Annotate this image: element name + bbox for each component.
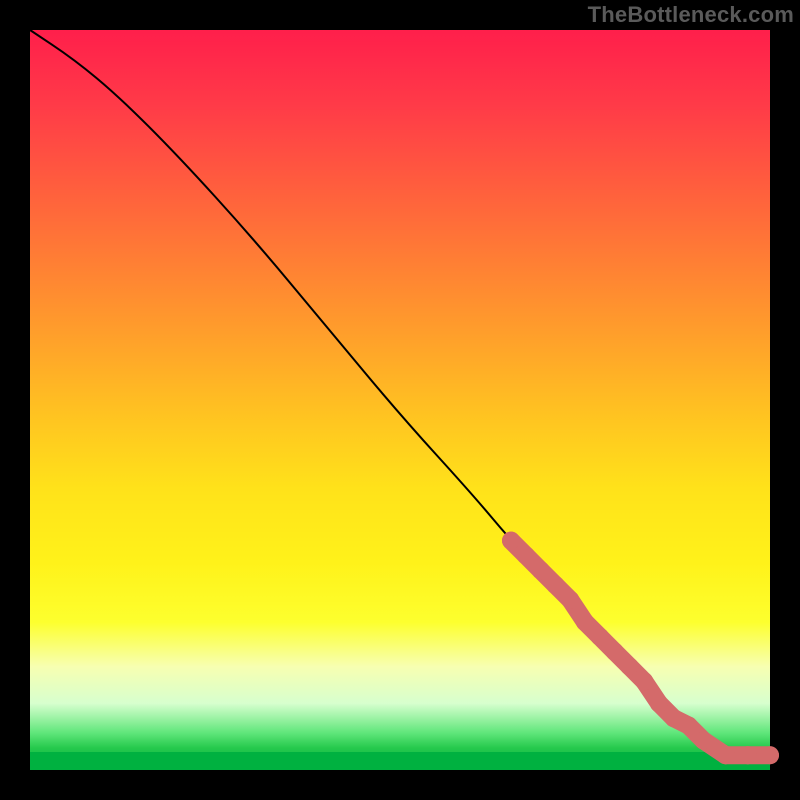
marker-dot xyxy=(620,657,638,675)
marker-group xyxy=(502,532,779,765)
marker-dot xyxy=(561,591,579,609)
curve-line xyxy=(30,30,770,755)
chart-container: TheBottleneck.com xyxy=(0,0,800,800)
chart-svg xyxy=(30,30,770,770)
marker-dot xyxy=(650,694,668,712)
marker-dot xyxy=(576,613,594,631)
marker-dot xyxy=(532,561,550,579)
plot-area xyxy=(30,30,770,770)
marker-dot xyxy=(517,546,535,564)
marker-dot xyxy=(591,628,609,646)
watermark-text: TheBottleneck.com xyxy=(588,2,794,28)
marker-dot xyxy=(546,576,564,594)
marker-dot xyxy=(694,731,712,749)
marker-dot xyxy=(680,717,698,735)
marker-dot xyxy=(717,746,735,764)
marker-dot xyxy=(739,746,757,764)
marker-dot xyxy=(635,672,653,690)
marker-dot xyxy=(761,746,779,764)
marker-dot xyxy=(502,532,520,550)
marker-dot xyxy=(606,643,624,661)
